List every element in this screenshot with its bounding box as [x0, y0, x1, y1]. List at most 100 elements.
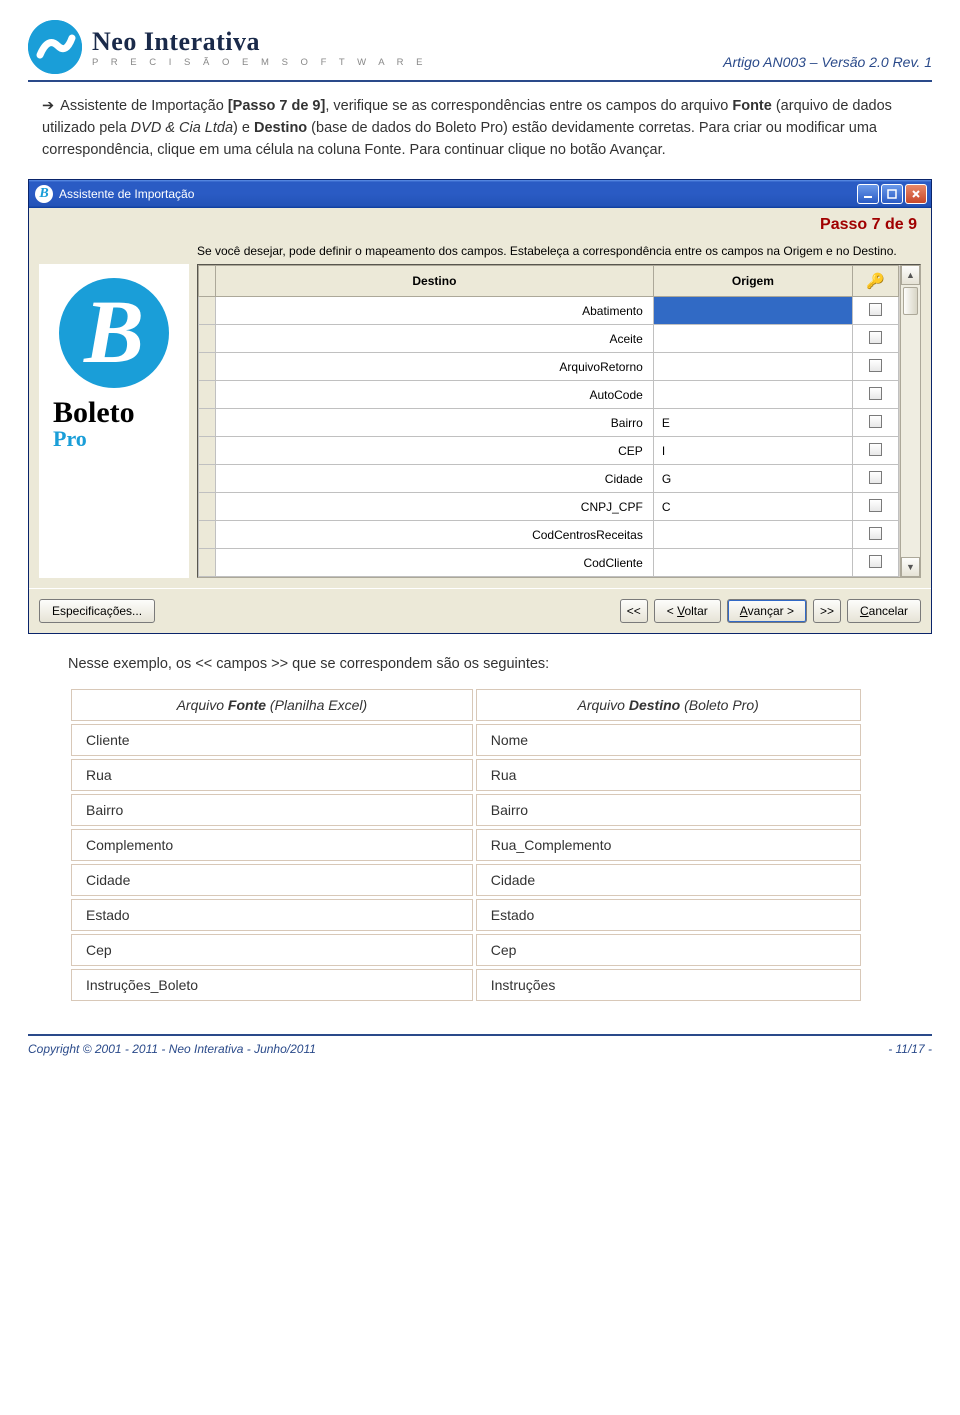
- cell-destino[interactable]: CodCentrosReceitas: [216, 521, 654, 549]
- table-row[interactable]: CNPJ_CPFC: [199, 493, 899, 521]
- close-button[interactable]: [905, 184, 927, 204]
- wizard-description: Se você desejar, pode definir o mapeamen…: [39, 244, 921, 258]
- table-row[interactable]: Abatimento: [199, 297, 899, 325]
- table-row[interactable]: CodCentrosReceitas: [199, 521, 899, 549]
- cell-origem[interactable]: [653, 521, 852, 549]
- scroll-thumb[interactable]: [903, 287, 918, 315]
- window-title: Assistente de Importação: [59, 187, 194, 201]
- cell-destino[interactable]: Cidade: [216, 465, 654, 493]
- product-name-2: Pro: [47, 428, 181, 450]
- cell-key[interactable]: [853, 297, 899, 325]
- table-row[interactable]: AutoCode: [199, 381, 899, 409]
- checkbox-icon[interactable]: [869, 331, 882, 344]
- wizard-window: B Assistente de Importação Passo 7 de 9 …: [28, 179, 932, 634]
- cell-origem[interactable]: [653, 549, 852, 577]
- cell-origem[interactable]: [653, 381, 852, 409]
- first-button[interactable]: <<: [620, 599, 648, 623]
- cell-destino[interactable]: Abatimento: [216, 297, 654, 325]
- scroll-up-icon[interactable]: ▲: [901, 265, 920, 285]
- cell-origem[interactable]: C: [653, 493, 852, 521]
- table-row: Instruções_BoletoInstruções: [71, 969, 861, 1001]
- minimize-button[interactable]: [857, 184, 879, 204]
- col-origem[interactable]: Origem: [653, 266, 852, 297]
- table-row[interactable]: Aceite: [199, 325, 899, 353]
- table-row[interactable]: CidadeG: [199, 465, 899, 493]
- corr-header-fonte: Arquivo Fonte (Planilha Excel): [71, 689, 473, 721]
- checkbox-icon[interactable]: [869, 499, 882, 512]
- cell-key[interactable]: [853, 493, 899, 521]
- document-header: Neo Interativa P R E C I S Ã O E M S O F…: [28, 20, 932, 82]
- product-b-icon: B: [59, 278, 169, 388]
- checkbox-icon[interactable]: [869, 415, 882, 428]
- checkbox-icon[interactable]: [869, 471, 882, 484]
- table-row: CepCep: [71, 934, 861, 966]
- cancel-button[interactable]: Cancelar: [847, 599, 921, 623]
- table-row[interactable]: CEPI: [199, 437, 899, 465]
- company-name: Neo Interativa: [92, 27, 427, 57]
- scroll-down-icon[interactable]: ▼: [901, 557, 920, 577]
- cell-origem[interactable]: G: [653, 465, 852, 493]
- window-titlebar[interactable]: B Assistente de Importação: [29, 180, 931, 208]
- cell-key[interactable]: [853, 409, 899, 437]
- correspondence-table: Arquivo Fonte (Planilha Excel) Arquivo D…: [68, 686, 864, 1004]
- app-b-icon: B: [35, 185, 53, 203]
- cell-key[interactable]: [853, 437, 899, 465]
- col-destino[interactable]: Destino: [216, 266, 654, 297]
- copyright: Copyright © 2001 - 2011 - Neo Interativa…: [28, 1042, 316, 1056]
- correspondence-intro: Nesse exemplo, os << campos >> que se co…: [68, 656, 912, 672]
- cell-key[interactable]: [853, 325, 899, 353]
- article-paragraph: ➔Assistente de Importação [Passo 7 de 9]…: [42, 96, 926, 161]
- cell-origem[interactable]: [653, 297, 852, 325]
- table-row: RuaRua: [71, 759, 861, 791]
- checkbox-icon[interactable]: [869, 443, 882, 456]
- table-row: ClienteNome: [71, 724, 861, 756]
- cell-destino[interactable]: CodCliente: [216, 549, 654, 577]
- document-footer: Copyright © 2001 - 2011 - Neo Interativa…: [28, 1034, 932, 1056]
- cell-destino[interactable]: CEP: [216, 437, 654, 465]
- cell-origem[interactable]: I: [653, 437, 852, 465]
- corr-header-destino: Arquivo Destino (Boleto Pro): [476, 689, 861, 721]
- table-row: CidadeCidade: [71, 864, 861, 896]
- step-label: Passo 7 de 9: [29, 208, 931, 240]
- cell-destino[interactable]: ArquivoRetorno: [216, 353, 654, 381]
- table-row[interactable]: BairroE: [199, 409, 899, 437]
- col-key[interactable]: 🔑: [853, 266, 899, 297]
- next-button[interactable]: Avançar >: [727, 599, 807, 623]
- table-row: BairroBairro: [71, 794, 861, 826]
- key-icon: 🔑: [866, 273, 885, 290]
- maximize-button[interactable]: [881, 184, 903, 204]
- product-logo-panel: B Boleto Pro: [39, 264, 189, 578]
- company-tagline: P R E C I S Ã O E M S O F T W A R E: [92, 57, 427, 68]
- article-reference: Artigo AN003 – Versão 2.0 Rev. 1: [723, 54, 932, 74]
- arrow-icon: ➔: [42, 98, 54, 114]
- back-button[interactable]: < Voltar: [654, 599, 721, 623]
- cell-origem[interactable]: [653, 325, 852, 353]
- cell-destino[interactable]: AutoCode: [216, 381, 654, 409]
- specifications-button[interactable]: Especificações...: [39, 599, 155, 623]
- checkbox-icon[interactable]: [869, 527, 882, 540]
- cell-origem[interactable]: E: [653, 409, 852, 437]
- cell-destino[interactable]: Bairro: [216, 409, 654, 437]
- logo-swirl-icon: [28, 20, 82, 74]
- last-button[interactable]: >>: [813, 599, 841, 623]
- cell-destino[interactable]: CNPJ_CPF: [216, 493, 654, 521]
- cell-key[interactable]: [853, 353, 899, 381]
- table-row: ComplementoRua_Complemento: [71, 829, 861, 861]
- checkbox-icon[interactable]: [869, 303, 882, 316]
- vertical-scrollbar[interactable]: ▲ ▼: [900, 265, 920, 577]
- cell-key[interactable]: [853, 549, 899, 577]
- checkbox-icon[interactable]: [869, 555, 882, 568]
- table-row[interactable]: CodCliente: [199, 549, 899, 577]
- product-name-1: Boleto: [47, 398, 181, 428]
- mapping-grid[interactable]: Destino Origem 🔑 AbatimentoAceiteArquivo…: [197, 264, 921, 578]
- table-row: EstadoEstado: [71, 899, 861, 931]
- cell-origem[interactable]: [653, 353, 852, 381]
- cell-key[interactable]: [853, 465, 899, 493]
- cell-key[interactable]: [853, 521, 899, 549]
- table-row[interactable]: ArquivoRetorno: [199, 353, 899, 381]
- page-number: - 11/17 -: [888, 1042, 932, 1056]
- cell-destino[interactable]: Aceite: [216, 325, 654, 353]
- checkbox-icon[interactable]: [869, 359, 882, 372]
- cell-key[interactable]: [853, 381, 899, 409]
- checkbox-icon[interactable]: [869, 387, 882, 400]
